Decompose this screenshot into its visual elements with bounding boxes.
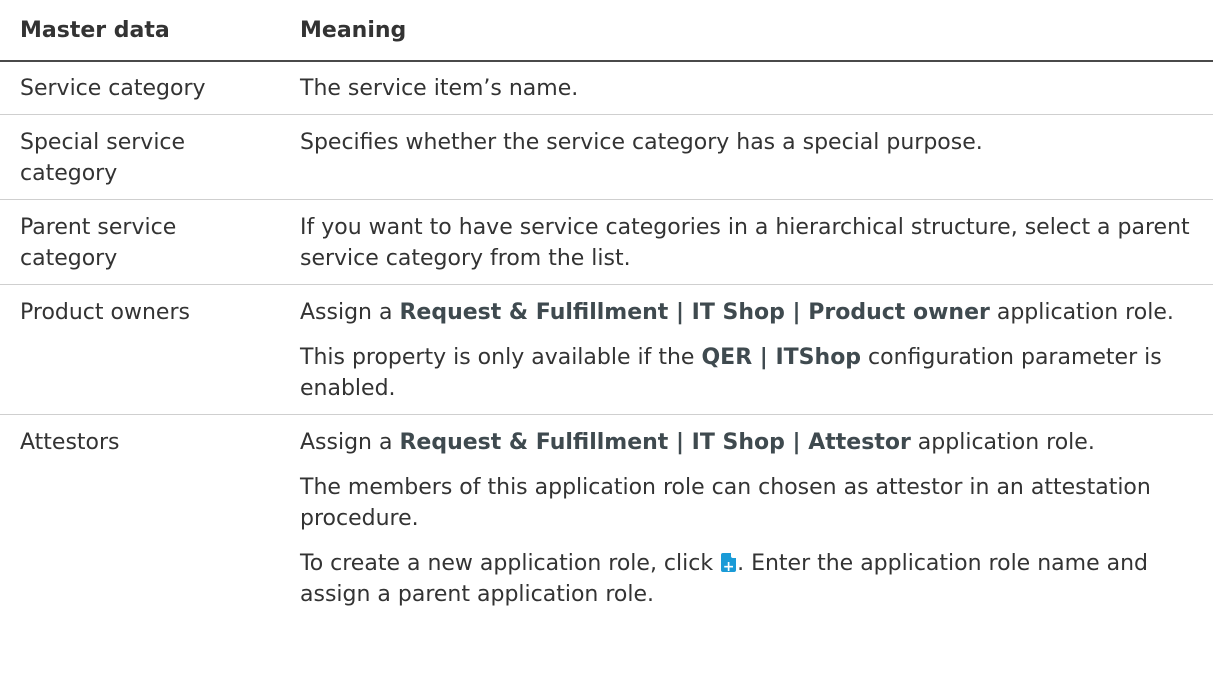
meaning-text: The service item’s name. <box>300 76 579 101</box>
menu-path: Request & Fulfillment | IT Shop | Produc… <box>399 300 990 325</box>
text-span: To create a new application role, click <box>300 551 721 576</box>
row-meaning: Assign a Request & Fulfillment | IT Shop… <box>277 284 1213 415</box>
table-row: Special service category Specifies wheth… <box>0 114 1213 200</box>
table-row: Attestors Assign a Request & Fulfillment… <box>0 415 1213 621</box>
row-meaning: The service item’s name. <box>277 61 1213 115</box>
row-label: Service category <box>0 61 277 115</box>
text-span: Assign a <box>300 430 400 455</box>
meaning-paragraph: To create a new application role, click … <box>300 548 1193 610</box>
text-span: application role. <box>989 300 1174 325</box>
add-application-role-icon[interactable] <box>721 553 737 576</box>
header-master-data: Master data <box>0 0 277 62</box>
header-meaning: Meaning <box>277 0 1213 62</box>
meaning-paragraph: This property is only available if the Q… <box>300 342 1193 404</box>
text-span: Assign a <box>300 300 400 325</box>
row-label: Parent service category <box>0 199 277 285</box>
text-span: This property is only available if the <box>300 345 702 370</box>
meaning-paragraph: The members of this application role can… <box>300 475 1151 531</box>
table-row: Product owners Assign a Request & Fulfil… <box>0 284 1213 415</box>
meaning-text: Specifies whether the service category h… <box>300 130 983 155</box>
meaning-paragraph: Assign a Request & Fulfillment | IT Shop… <box>300 427 1193 458</box>
row-label: Product owners <box>0 284 277 415</box>
row-meaning: Assign a Request & Fulfillment | IT Shop… <box>277 415 1213 621</box>
table-header-row: Master data Meaning <box>0 0 1213 62</box>
master-data-table: Master data Meaning Service category The… <box>0 0 1213 620</box>
config-parameter: QER | ITShop <box>701 345 862 370</box>
row-meaning: If you want to have service categories i… <box>277 199 1213 285</box>
table-row: Service category The service item’s name… <box>0 61 1213 115</box>
row-label: Special service category <box>0 114 277 200</box>
menu-path: Request & Fulfillment | IT Shop | Attest… <box>399 430 911 455</box>
table-row: Parent service category If you want to h… <box>0 199 1213 285</box>
meaning-text: If you want to have service categories i… <box>300 215 1190 271</box>
text-span: application role. <box>910 430 1095 455</box>
row-label: Attestors <box>20 430 120 455</box>
row-meaning: Specifies whether the service category h… <box>277 114 1213 200</box>
meaning-paragraph: Assign a Request & Fulfillment | IT Shop… <box>300 297 1193 328</box>
